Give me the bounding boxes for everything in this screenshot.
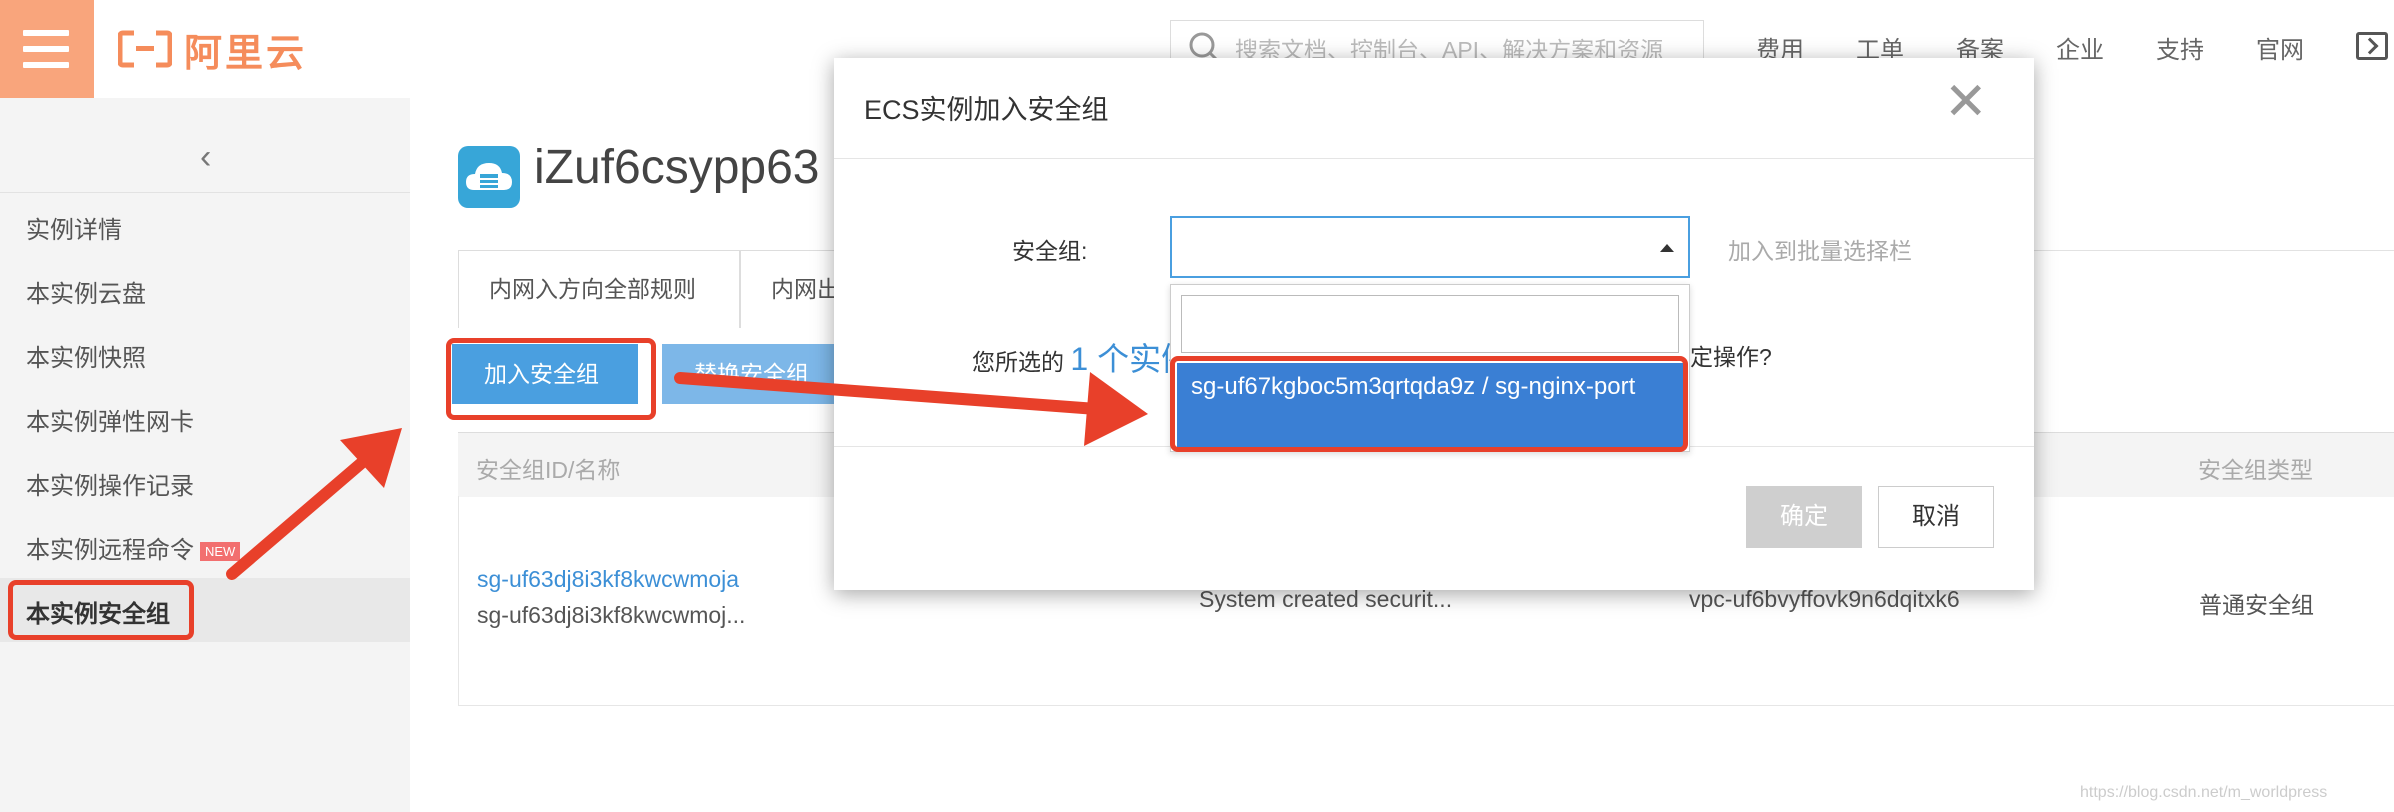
highlight-join-button [446, 338, 656, 420]
logo[interactable]: 阿里云 [117, 24, 308, 75]
column-header-type: 安全组类型 [2198, 457, 2313, 483]
replace-security-group-button[interactable]: 替换安全组 [662, 344, 844, 404]
security-group-label: 安全组: [1012, 238, 1088, 264]
confirm-suffix: 定操作? [1690, 344, 1772, 370]
confirm-prefix: 您所选的 [972, 349, 1064, 375]
divider [0, 192, 410, 193]
highlight-sidebar-security-group [8, 580, 194, 640]
menu-icon[interactable] [0, 0, 94, 98]
collapse-icon[interactable]: ‹ [200, 138, 211, 177]
confirm-message: 您所选的 1 个实例 [972, 334, 1193, 380]
close-icon[interactable]: ✕ [1944, 76, 1988, 128]
security-group-type: 普通安全组 [2199, 592, 2314, 618]
security-group-select[interactable] [1170, 216, 1690, 278]
security-group-id-link[interactable]: sg-uf63dj8i3kf8kwcwmoja [477, 566, 739, 593]
tab-inbound-rules[interactable]: 内网入方向全部规则 [458, 250, 740, 328]
aliyun-logo-icon [117, 30, 173, 68]
watermark: https://blog.csdn.net/m_worldpress [2080, 784, 2328, 801]
sidebar-item-disks[interactable]: 本实例云盘 [26, 274, 146, 309]
logo-text: 阿里云 [184, 32, 308, 75]
nav-website[interactable]: 官网 [2256, 30, 2304, 65]
instance-title: iZuf6csypp63 [534, 141, 820, 194]
dialog-title: ECS实例加入安全组 [864, 95, 1109, 125]
sidebar-item-remote-command[interactable]: 本实例远程命令 NEW [26, 530, 241, 565]
add-to-batch-link[interactable]: 加入到批量选择栏 [1728, 232, 1912, 266]
sidebar-item-label: 本实例远程命令 [26, 537, 194, 564]
security-group-name: sg-uf63dj8i3kf8kwcwmoj... [477, 602, 746, 628]
caret-up-icon [1660, 244, 1674, 252]
terminal-icon[interactable] [2356, 32, 2388, 60]
cloud-server-icon [458, 146, 520, 208]
vpc-id: vpc-uf6bvyffovk9n6dqitxk6 [1689, 586, 1960, 612]
ok-button[interactable]: 确定 [1746, 486, 1862, 548]
sidebar-item-eni[interactable]: 本实例弹性网卡 [26, 402, 194, 437]
cancel-button[interactable]: 取消 [1878, 486, 1994, 548]
sidebar-item-operation-log[interactable]: 本实例操作记录 [26, 466, 194, 501]
dropdown-search-input[interactable] [1181, 295, 1679, 353]
new-badge: NEW [200, 542, 241, 562]
column-header-id: 安全组ID/名称 [476, 457, 621, 483]
sidebar-item-instance-details[interactable]: 实例详情 [26, 210, 122, 245]
nav-enterprise[interactable]: 企业 [2056, 30, 2104, 65]
divider [834, 158, 2034, 159]
security-group-description: System created securit... [1199, 586, 1453, 612]
sidebar-item-snapshots[interactable]: 本实例快照 [26, 338, 146, 373]
nav-support[interactable]: 支持 [2156, 30, 2204, 65]
sidebar: ‹ 实例详情 本实例云盘 本实例快照 本实例弹性网卡 本实例操作记录 本实例远程… [0, 98, 410, 812]
highlight-dropdown-option [1170, 356, 1688, 452]
